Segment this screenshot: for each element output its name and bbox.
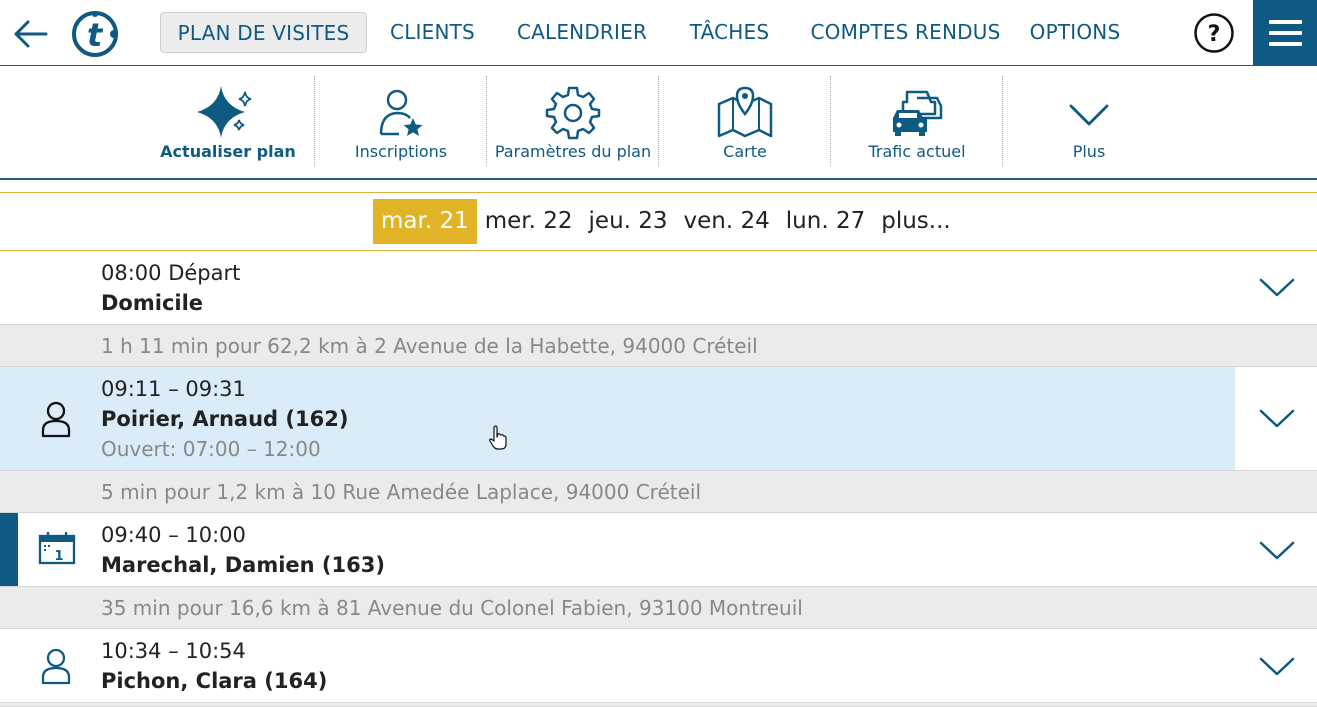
travel-info: 5 min pour 1,2 km à 10 Rue Amedée Laplac…	[101, 480, 702, 504]
app-logo: t	[72, 11, 118, 57]
traffic-label: Trafic actuel	[868, 142, 966, 161]
hamburger-line	[1269, 42, 1302, 46]
map-label: Carte	[723, 142, 767, 161]
tab-comptes-rendus[interactable]: COMPTES RENDUS	[793, 12, 1018, 53]
date-tab[interactable]: lun. 27	[778, 199, 873, 244]
visit-client-name: Poirier, Arnaud (162)	[101, 407, 349, 431]
travel-info: 1 h 11 min pour 62,2 km à 2 Avenue de la…	[101, 334, 758, 358]
back-arrow-icon[interactable]	[10, 14, 50, 54]
more-button[interactable]: Plus	[1003, 76, 1175, 166]
plan-settings-label: Paramètres du plan	[494, 142, 652, 161]
person-icon	[41, 648, 71, 685]
visit-row[interactable]: 10:34 – 10:54 Pichon, Clara (164)	[0, 629, 1317, 702]
tab-plan-de-visites[interactable]: PLAN DE VISITES	[160, 12, 367, 53]
inscriptions-label: Inscriptions	[354, 142, 448, 161]
start-place: Domicile	[101, 291, 204, 315]
tab-options[interactable]: OPTIONS	[1018, 12, 1132, 53]
chevron-down-icon	[1069, 104, 1109, 126]
hamburger-line	[1269, 31, 1302, 35]
date-tab[interactable]: mer. 22	[477, 199, 581, 244]
date-tab[interactable]: ven. 24	[676, 199, 778, 244]
hamburger-menu-icon	[1269, 20, 1302, 24]
schedule-start-row[interactable]: 08:00 Départ Domicile	[0, 251, 1317, 324]
main-nav-tabs: PLAN DE VISITES CLIENTS CALENDRIER TÂCHE…	[160, 12, 1132, 53]
person-icon	[41, 401, 71, 438]
inscriptions-button[interactable]: Inscriptions	[315, 76, 487, 166]
date-selector: mar. 21 mer. 22 jeu. 23 ven. 24 lun. 27 …	[0, 192, 1317, 251]
refresh-plan-label: Actualiser plan	[160, 142, 296, 161]
refresh-plan-button[interactable]: Actualiser plan	[142, 76, 314, 166]
more-label: Plus	[1072, 142, 1106, 161]
traffic-cars-icon	[893, 90, 943, 136]
gear-icon	[545, 86, 601, 140]
hand-cursor-icon	[489, 425, 507, 450]
travel-segment: 1 h 11 min pour 62,2 km à 2 Avenue de la…	[0, 324, 1317, 367]
travel-segment: 35 min pour 16,6 km à 81 Avenue du Colon…	[0, 586, 1317, 629]
start-time: 08:00 Départ	[101, 261, 241, 285]
user-star-icon	[379, 89, 423, 136]
chevron-down-icon[interactable]	[1258, 655, 1296, 677]
hamburger-menu-button[interactable]	[1253, 0, 1317, 66]
logo-letter: t	[87, 16, 104, 54]
help-label: ?	[1208, 22, 1221, 47]
appointment-marker	[0, 513, 18, 586]
plan-settings-button[interactable]: Paramètres du plan	[487, 76, 659, 166]
calendar-day-number: 1	[54, 549, 63, 564]
map-button[interactable]: Carte	[659, 76, 831, 166]
visit-row[interactable]: 1 09:40 – 10:00 Marechal, Damien (163)	[0, 513, 1317, 586]
top-navigation: t PLAN DE VISITES CLIENTS CALENDRIER TÂC…	[0, 0, 1317, 66]
help-icon[interactable]: ?	[1193, 12, 1235, 54]
chevron-down-icon[interactable]	[1258, 276, 1296, 298]
visit-time: 10:34 – 10:54	[101, 639, 246, 663]
traffic-button[interactable]: Trafic actuel	[831, 76, 1003, 166]
more-dates-link[interactable]: plus...	[873, 199, 958, 244]
visit-client-name: Pichon, Clara (164)	[101, 669, 328, 693]
map-icon	[717, 86, 773, 138]
tab-clients[interactable]: CLIENTS	[367, 12, 498, 53]
chevron-down-icon[interactable]	[1258, 539, 1296, 561]
plan-toolbar: Actualiser plan Inscriptions Paramètres …	[0, 66, 1317, 180]
date-tab-active[interactable]: mar. 21	[373, 199, 477, 244]
travel-segment-partial	[0, 702, 1317, 707]
chevron-down-icon[interactable]	[1258, 407, 1296, 429]
travel-segment: 5 min pour 1,2 km à 10 Rue Amedée Laplac…	[0, 470, 1317, 513]
visit-time: 09:11 – 09:31	[101, 377, 246, 401]
visit-client-name: Marechal, Damien (163)	[101, 553, 385, 577]
tab-taches[interactable]: TÂCHES	[666, 12, 793, 53]
date-list: mar. 21 mer. 22 jeu. 23 ven. 24 lun. 27 …	[373, 199, 959, 244]
date-tab[interactable]: jeu. 23	[581, 199, 676, 244]
sparkle-icon	[197, 86, 252, 138]
visit-time: 09:40 – 10:00	[101, 523, 246, 547]
visit-opening-hours: Ouvert: 07:00 – 12:00	[101, 437, 321, 461]
calendar-icon: 1	[38, 532, 76, 565]
tab-calendrier[interactable]: CALENDRIER	[498, 12, 666, 53]
visit-row-selected[interactable]: 09:11 – 09:31 Poirier, Arnaud (162) Ouve…	[0, 367, 1317, 470]
travel-info: 35 min pour 16,6 km à 81 Avenue du Colon…	[101, 596, 803, 620]
